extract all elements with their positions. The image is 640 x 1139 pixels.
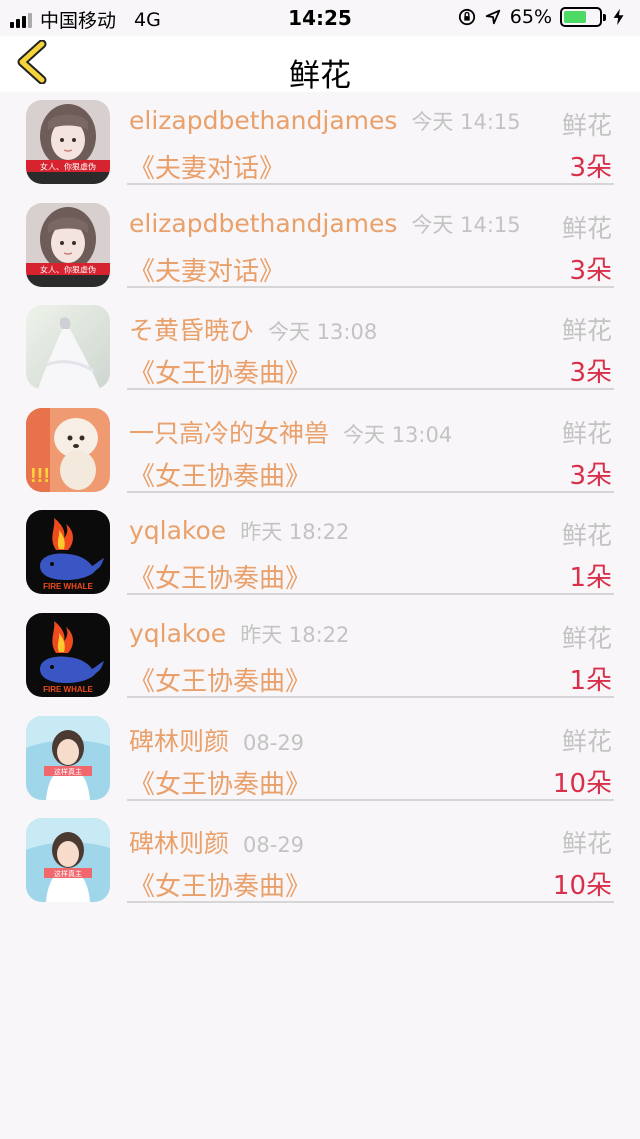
sender-name-text: elizapdbethandjames bbox=[129, 208, 398, 238]
sender-name-text: yqlakoe bbox=[129, 516, 227, 546]
gift-time: 今天 13:04 bbox=[343, 422, 453, 447]
gift-type-label: 鲜花 bbox=[561, 213, 612, 243]
work-title: 《女王协奏曲》 bbox=[129, 564, 312, 595]
avatar[interactable]: 女人、你狠虚伪 bbox=[26, 100, 110, 184]
gift-type-label: 鲜花 bbox=[561, 521, 612, 551]
sender-name-text: elizapdbethandjames bbox=[129, 106, 398, 135]
divider bbox=[127, 798, 614, 801]
flower-count: 10朵 bbox=[552, 768, 612, 799]
flower-count: 1朵 bbox=[569, 665, 612, 696]
battery-fill bbox=[564, 11, 587, 23]
svg-text:女人、你狠虚伪: 女人、你狠虚伪 bbox=[40, 162, 96, 172]
flower-count: 1朵 bbox=[569, 563, 612, 594]
gift-time: 昨天 18:22 bbox=[240, 520, 350, 545]
gift-type-label: 鲜花 bbox=[561, 111, 612, 140]
divider bbox=[127, 285, 614, 288]
gift-type-label: 鲜花 bbox=[561, 829, 612, 859]
battery-percent: 65% bbox=[509, 6, 552, 28]
sender-name: yqlakoe 昨天 18:22 bbox=[129, 516, 349, 546]
divider bbox=[127, 901, 614, 904]
sender-name-text: 碑林则颜 bbox=[129, 829, 230, 859]
gift-type-label: 鲜花 bbox=[561, 418, 612, 448]
avatar[interactable]: 这样真主 bbox=[26, 818, 110, 903]
work-title: 《女王协奏曲》 bbox=[129, 872, 312, 903]
divider bbox=[127, 490, 614, 493]
avatar[interactable]: FIRE WHALE bbox=[26, 510, 110, 595]
svg-text:女人、你狠虚伪: 女人、你狠虚伪 bbox=[40, 264, 96, 274]
gift-time: 08-29 bbox=[243, 833, 305, 858]
work-title: 《女王协奏曲》 bbox=[129, 769, 312, 800]
gift-time: 08-29 bbox=[243, 730, 305, 755]
gift-type-label: 鲜花 bbox=[561, 726, 612, 756]
work-title: 《女王协奏曲》 bbox=[129, 666, 312, 697]
divider bbox=[127, 388, 614, 391]
divider bbox=[127, 183, 614, 185]
flower-count: 3朵 bbox=[569, 460, 612, 491]
list-item[interactable]: 这样真主 碑林则颜 08-29 鲜花 《女王协奏曲》 10朵 bbox=[0, 708, 640, 811]
svg-text:FIRE WHALE: FIRE WHALE bbox=[43, 685, 93, 694]
avatar[interactable]: 这样真主 bbox=[26, 715, 110, 800]
list-item[interactable]: そ黄昏暁ひ 今天 13:08 鲜花 《女王协奏曲》 3朵 bbox=[0, 297, 640, 400]
battery-icon bbox=[560, 7, 606, 27]
rotation-lock-icon bbox=[458, 8, 475, 26]
flower-count: 3朵 bbox=[569, 255, 612, 286]
list-item[interactable]: 这样真主 碑林则颜 08-29 鲜花 《女王协奏曲》 10朵 bbox=[0, 810, 640, 913]
avatar[interactable]: 女人、你狠虚伪 bbox=[26, 202, 110, 287]
svg-text:这样真主: 这样真主 bbox=[54, 869, 82, 878]
svg-text:FIRE WHALE: FIRE WHALE bbox=[43, 582, 93, 591]
gift-type-label: 鲜花 bbox=[561, 316, 612, 346]
sender-name: 一只高冷的女神兽 今天 13:04 bbox=[129, 414, 452, 450]
sender-name: yqlakoe 昨天 18:22 bbox=[129, 619, 349, 649]
sender-name: そ黄昏暁ひ 今天 13:08 bbox=[129, 311, 377, 347]
divider bbox=[127, 695, 614, 698]
sender-name-text: yqlakoe bbox=[129, 618, 227, 648]
status-right: 65% bbox=[458, 6, 628, 28]
work-title: 《女王协奏曲》 bbox=[129, 359, 312, 390]
work-title: 《女王协奏曲》 bbox=[129, 461, 312, 492]
work-title: 《夫妻对话》 bbox=[129, 256, 286, 287]
list-item[interactable]: FIRE WHALE yqlakoe 昨天 18:22 鲜花 《女王协奏曲》 1朵 bbox=[0, 605, 640, 708]
gift-time: 今天 14:15 bbox=[411, 212, 521, 237]
flower-gift-list: 女人、你狠虚伪 elizapdbethandjames 今天 14:15 鲜花 《… bbox=[0, 92, 640, 913]
list-item[interactable]: !!! 一只高冷的女神兽 今天 13:04 鲜花 《女王协奏曲》 3朵 bbox=[0, 400, 640, 503]
sender-name: elizapdbethandjames 今天 14:15 bbox=[129, 209, 521, 239]
gift-time: 今天 13:08 bbox=[268, 320, 378, 345]
divider bbox=[127, 593, 614, 596]
gift-time: 昨天 18:22 bbox=[240, 622, 350, 647]
flower-count: 3朵 bbox=[569, 358, 612, 389]
sender-name-text: そ黄昏暁ひ bbox=[129, 316, 255, 346]
sender-name: elizapdbethandjames 今天 14:15 bbox=[129, 106, 521, 136]
sender-name: 碑林则颜 08-29 bbox=[129, 722, 304, 758]
gift-type-label: 鲜花 bbox=[561, 623, 612, 653]
avatar[interactable]: !!! bbox=[26, 407, 110, 492]
list-item[interactable]: 女人、你狠虚伪 elizapdbethandjames 今天 14:15 鲜花 《… bbox=[0, 195, 640, 298]
flower-count: 3朵 bbox=[569, 153, 612, 183]
work-title: 《夫妻对话》 bbox=[129, 154, 286, 184]
gift-time: 今天 14:15 bbox=[411, 110, 521, 134]
avatar[interactable]: FIRE WHALE bbox=[26, 612, 110, 697]
list-item[interactable]: 女人、你狠虚伪 elizapdbethandjames 今天 14:15 鲜花 《… bbox=[0, 92, 640, 195]
status-bar: 中国移动 4G 14:25 65% bbox=[0, 0, 640, 36]
avatar[interactable] bbox=[26, 305, 110, 390]
svg-text:!!!: !!! bbox=[30, 465, 50, 487]
nav-bar: 鲜花 bbox=[0, 36, 640, 94]
flower-count: 10朵 bbox=[552, 871, 612, 902]
sender-name: 碑林则颜 08-29 bbox=[129, 824, 304, 860]
sender-name-text: 碑林则颜 bbox=[129, 726, 230, 756]
svg-text:这样真主: 这样真主 bbox=[54, 767, 82, 776]
sender-name-text: 一只高冷的女神兽 bbox=[129, 418, 330, 448]
page-title: 鲜花 bbox=[289, 58, 351, 94]
charging-icon bbox=[613, 8, 624, 26]
list-item[interactable]: FIRE WHALE yqlakoe 昨天 18:22 鲜花 《女王协奏曲》 1朵 bbox=[0, 502, 640, 605]
location-icon bbox=[485, 9, 500, 25]
